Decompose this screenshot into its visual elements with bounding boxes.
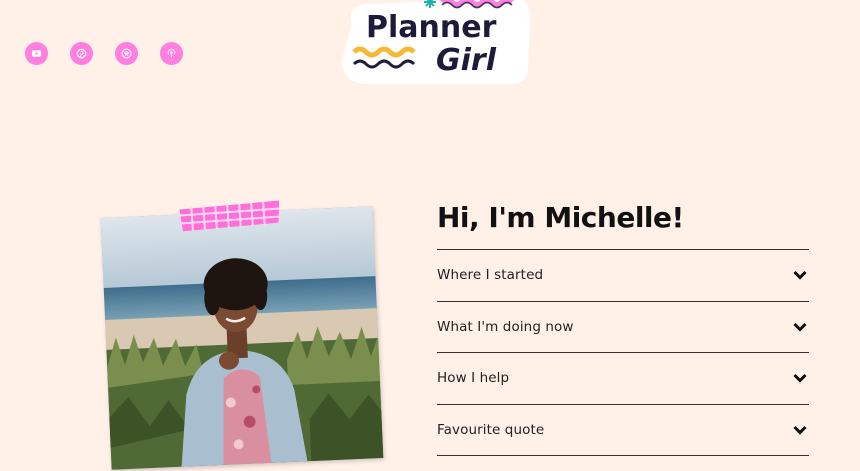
logo-graphic: Planner Girl xyxy=(342,0,531,85)
social-links xyxy=(25,42,183,65)
accordion-label: Favourite quote xyxy=(437,421,545,438)
spotify-link[interactable] xyxy=(115,42,138,65)
chevron-down-icon xyxy=(793,425,807,435)
accordion-label: How I help xyxy=(437,370,510,387)
logo-text-planner: Planner xyxy=(366,10,497,45)
chevron-down-icon xyxy=(793,322,807,332)
spotify-icon xyxy=(121,48,132,59)
pinterest-link[interactable] xyxy=(70,42,93,65)
accordion-item-how-i-help[interactable]: How I help xyxy=(437,353,809,405)
chevron-down-icon xyxy=(793,374,807,383)
accordion-label: What I'm doing now xyxy=(437,318,574,335)
accordion-label: Where I started xyxy=(437,267,544,284)
planner-girl-logo[interactable]: Planner Girl xyxy=(338,0,534,86)
accordion-item-favourite-quote[interactable]: Favourite quote xyxy=(437,405,809,456)
about-accordion: Where I started What I'm doing now How I… xyxy=(437,249,809,456)
podcast-link[interactable] xyxy=(160,42,183,65)
youtube-icon xyxy=(31,50,42,57)
accordion-item-where-i-started[interactable]: Where I started xyxy=(437,250,809,302)
chevron-down-icon xyxy=(793,271,807,280)
about-heading: Hi, I'm Michelle! xyxy=(437,201,684,234)
accordion-item-what-im-doing-now[interactable]: What I'm doing now xyxy=(437,302,809,353)
profile-photo xyxy=(100,206,384,470)
pinterest-icon xyxy=(76,48,87,59)
logo-text-girl: Girl xyxy=(436,43,497,78)
youtube-link[interactable] xyxy=(25,42,48,65)
podcast-icon xyxy=(167,48,176,58)
